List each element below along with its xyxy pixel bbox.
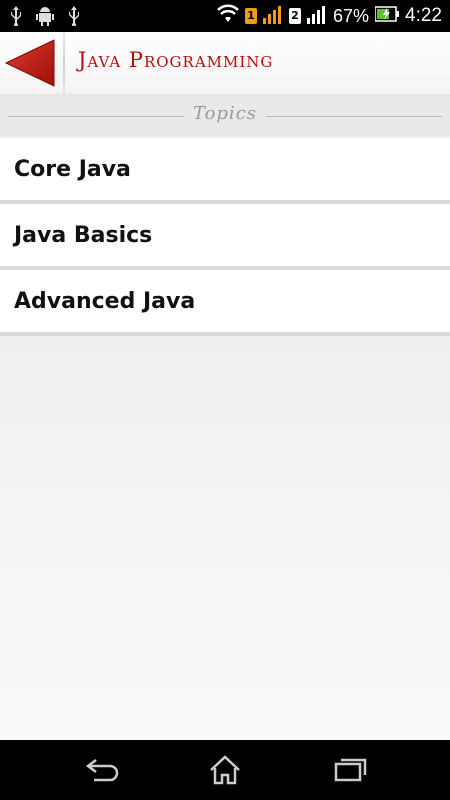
action-bar-divider	[63, 32, 65, 94]
nav-home-button[interactable]	[205, 754, 245, 786]
clock: 4:22	[405, 5, 442, 26]
navigation-bar	[0, 740, 450, 800]
list-item-label: Core Java	[14, 156, 131, 182]
back-icon	[85, 759, 119, 782]
battery-charging-icon	[374, 6, 400, 26]
recent-apps-icon	[334, 758, 367, 782]
list-item-label: Java Basics	[14, 222, 153, 248]
list-item-advanced-java[interactable]: Advanced Java	[0, 270, 450, 336]
list-item-label: Advanced Java	[14, 288, 196, 314]
usb-icon	[68, 6, 80, 30]
action-bar: Java Programming	[0, 32, 450, 95]
status-bar: 1 2 67% 4:22	[0, 0, 450, 32]
back-button[interactable]	[4, 38, 56, 88]
signal-strength-icon	[306, 4, 327, 28]
sim2-badge: 2	[288, 8, 301, 24]
back-arrow-icon	[4, 39, 55, 87]
nav-recent-apps-button[interactable]	[330, 754, 370, 786]
list-item-core-java[interactable]: Core Java	[0, 138, 450, 204]
usb-icon	[10, 6, 22, 30]
content-background	[0, 336, 450, 740]
section-title: Topics	[192, 103, 258, 124]
section-header: Topics	[0, 95, 450, 137]
battery-percentage: 67%	[332, 6, 370, 26]
home-icon	[210, 755, 240, 785]
wifi-icon	[217, 4, 239, 28]
divider-line	[266, 116, 442, 117]
signal-strength-icon	[262, 4, 283, 28]
sim1-badge: 1	[244, 8, 257, 24]
list-item-java-basics[interactable]: Java Basics	[0, 204, 450, 270]
app-title: Java Programming	[78, 48, 274, 72]
nav-back-button[interactable]	[84, 754, 124, 786]
android-debug-icon	[36, 6, 54, 30]
topic-list: Core Java Java Basics Advanced Java	[0, 138, 450, 336]
